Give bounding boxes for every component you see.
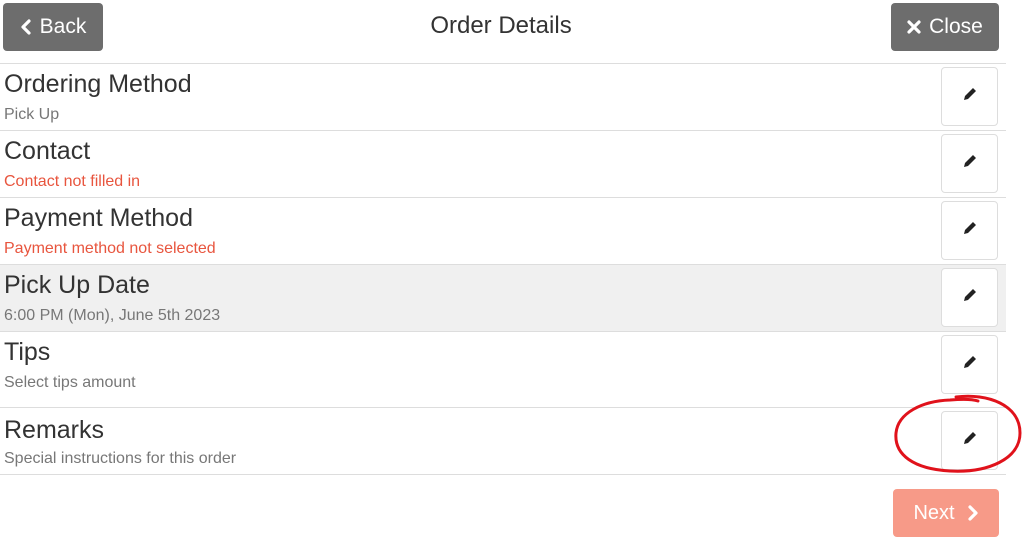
row-label: Ordering Method <box>4 70 192 98</box>
row-label: Tips <box>4 338 51 366</box>
row-label: Contact <box>4 137 91 165</box>
row-label: Pick Up Date <box>4 271 150 299</box>
row-value: Special instructions for this order <box>4 450 237 467</box>
edit-payment-method-button[interactable] <box>941 201 998 260</box>
row-tips[interactable]: Tips Select tips amount <box>0 331 1006 407</box>
edit-contact-button[interactable] <box>941 134 998 193</box>
pencil-icon <box>961 152 979 175</box>
row-contact[interactable]: Contact Contact not filled in <box>0 130 1006 197</box>
pencil-icon <box>961 219 979 242</box>
row-payment-method[interactable]: Payment Method Payment method not select… <box>0 197 1006 264</box>
page-title: Order Details <box>430 12 572 39</box>
row-value: Select tips amount <box>4 374 136 391</box>
row-label: Remarks <box>4 416 105 444</box>
pencil-icon <box>961 85 979 108</box>
row-pick-up-date[interactable]: Pick Up Date 6:00 PM (Mon), June 5th 202… <box>0 264 1006 331</box>
row-value: Pick Up <box>4 106 60 123</box>
edit-tips-button[interactable] <box>941 335 998 394</box>
row-value: Contact not filled in <box>4 173 141 190</box>
edit-pick-up-date-button[interactable] <box>941 268 998 327</box>
next-button[interactable]: Next <box>893 489 999 537</box>
next-button-label: Next <box>913 501 955 524</box>
order-details-list: Ordering Method Pick Up Contact Contact … <box>0 63 1006 475</box>
row-ordering-method[interactable]: Ordering Method Pick Up <box>0 63 1006 130</box>
pencil-icon <box>961 353 979 376</box>
pencil-icon <box>961 286 979 309</box>
edit-ordering-method-button[interactable] <box>941 67 998 126</box>
header-bar: Back Order Details Close <box>0 0 1024 58</box>
close-button[interactable]: Close <box>891 3 999 51</box>
close-button-label: Close <box>929 15 983 38</box>
edit-remarks-button[interactable] <box>941 411 998 470</box>
row-value: Payment method not selected <box>4 240 216 257</box>
row-value: 6:00 PM (Mon), June 5th 2023 <box>4 307 221 324</box>
pencil-icon <box>961 429 979 452</box>
row-remarks[interactable]: Remarks Special instructions for this or… <box>0 407 1006 475</box>
row-label: Payment Method <box>4 204 193 232</box>
chevron-right-icon <box>967 505 979 521</box>
x-icon <box>907 20 921 34</box>
